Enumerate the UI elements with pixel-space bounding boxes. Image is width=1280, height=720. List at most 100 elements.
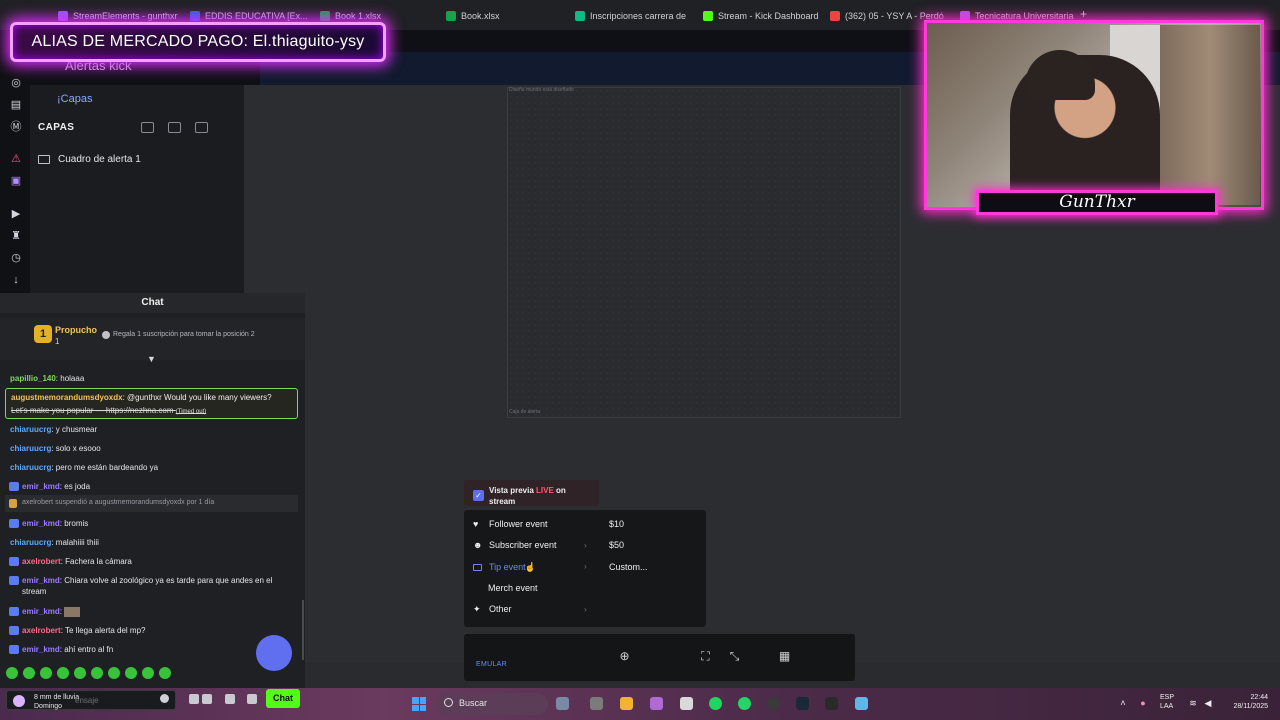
artboard-label: Caja de alerta [509,409,541,415]
emote-bar [6,667,181,681]
alert-artboard[interactable] [507,87,901,418]
menu-item-subscriber[interactable]: ☻ Subscriber event [473,537,557,553]
microphone-icon[interactable]: ● [1138,698,1148,708]
chat-input[interactable]: 8 mm de lluvia Domingo ensaje [6,690,176,710]
emote-icon[interactable] [125,667,137,679]
steam-icon[interactable] [796,697,809,710]
clock-icon[interactable]: ◷ [10,252,22,264]
play-icon[interactable]: ▶ [10,208,22,220]
spotify-icon[interactable] [709,697,722,710]
tab-favicon-icon [703,11,713,21]
emoji-picker-icon[interactable] [160,694,169,703]
chat-message: emir_kmd: ahí entro al fn [0,644,298,655]
folder-icon[interactable] [168,122,181,133]
alerts-icon[interactable]: ⚠ [10,153,22,165]
chat-message: emir_kmd: bromis [0,518,298,529]
submenu-item-amount[interactable]: $10 [609,519,624,529]
tab-favicon-icon [58,11,68,21]
new-layer-icon[interactable] [141,122,154,133]
volume-icon[interactable]: ◀ [1203,698,1213,708]
emote-icon[interactable] [57,667,69,679]
tab-favicon-icon [575,11,585,21]
twitch-icon[interactable]: ▣ [10,175,22,187]
whatsapp-icon[interactable] [738,697,751,710]
palette-icon[interactable]: ▤ [10,99,22,111]
chat-username[interactable]: augustmemorandumsdyoxdx [11,393,123,402]
chat-placeholder: ensaje [75,696,99,705]
layers-heading: CAPAS [38,122,75,133]
emulate-button[interactable]: EMULAR [476,661,507,668]
stream-icon[interactable]: ◎ [10,77,22,89]
taskbar-app-icon[interactable] [650,697,663,710]
file-explorer-icon[interactable] [620,697,633,710]
layer-item[interactable]: Cuadro de alerta 1 [38,152,238,166]
moderator-badge-icon [9,519,19,528]
grid-icon[interactable]: ▦ [778,650,791,663]
collapse-icon[interactable]: ▼ [147,354,156,364]
sparkle-icon: ✦ [473,603,481,614]
emote-icon[interactable] [23,667,35,679]
supporter-note: Regala 1 suscripción para tomar la posic… [113,331,255,338]
browser-tab[interactable]: Inscripciones carrera de [575,8,686,24]
menu-item-tip[interactable]: Tip event ☝ [473,559,536,575]
notepad-icon[interactable] [855,697,868,710]
emote-icon[interactable] [142,667,154,679]
chat-message: papillio_140: holaaa [10,374,85,383]
new-tab-button[interactable]: + [1080,7,1087,21]
fit-screen-icon[interactable]: ⛶ [699,650,712,663]
emote-icon[interactable] [40,667,52,679]
preview-checkbox[interactable]: ✓ [473,490,484,501]
browser-tab[interactable]: Stream - Kick Dashboard [703,8,819,24]
chat-text: Let's make you popular — https://nezhna.… [11,406,174,415]
emote-icon[interactable] [91,667,103,679]
taskbar-app-icon[interactable] [680,697,693,710]
submenu-item-amount[interactable]: $50 [609,540,624,550]
wifi-icon[interactable]: ≋ [1188,698,1198,708]
taskbar-app-icon[interactable] [590,697,603,710]
infinity-icon[interactable] [202,694,212,704]
download-icon[interactable]: ↓ [10,274,22,286]
chat-message: chiaruucrg: y chusmear [10,425,98,434]
quick-action-icon[interactable] [189,694,199,704]
emote-icon[interactable] [108,667,120,679]
menu-item-merch[interactable]: Merch event [488,580,538,596]
menu-item-other[interactable]: ✦ Other [473,601,512,617]
breadcrumb[interactable]: ¡Capas [57,93,92,105]
windows-start-icon[interactable] [412,697,426,711]
canvas-toolbar [464,634,855,681]
layers-panel [30,85,244,295]
trophy-icon[interactable]: ♜ [10,230,22,242]
duplicate-icon[interactable] [195,122,208,133]
rank-badge: 1 [34,325,52,343]
moderator-badge-icon [9,557,19,566]
submenu-item-custom[interactable]: Custom... [609,562,648,572]
menu-item-follower[interactable]: ♥ Follower event [473,516,548,532]
chrome-icon[interactable] [767,697,780,710]
shrink-icon[interactable]: ⤡ [728,650,741,663]
preview-label: Vista previa LIVE on stream [489,486,566,506]
chat-scrollbar[interactable] [302,600,304,660]
browser-tab[interactable]: Book.xlsx [446,8,500,24]
zoom-icon[interactable]: ⊕ [618,650,631,663]
taskbar-app-icon[interactable] [556,697,569,710]
store-icon[interactable] [225,694,235,704]
card-icon [473,563,482,571]
emote-icon[interactable] [6,667,18,679]
moderator-badge-icon [9,482,19,491]
gift-icon [102,331,110,339]
emote-icon[interactable] [159,667,171,679]
weather-icon [13,695,25,707]
taskbar-search[interactable]: Buscar [436,693,548,715]
taskbar-clock[interactable]: 22:44 28/11/2025 [1222,693,1268,711]
merch-icon[interactable]: Ⓜ [10,121,22,133]
supporter-name[interactable]: Propucho [55,325,97,335]
weather-widget: 8 mm de lluvia Domingo [34,694,80,710]
chevron-up-icon[interactable]: ˄ [1118,698,1128,708]
floating-action-button[interactable] [256,635,292,671]
emote-icon[interactable] [74,667,86,679]
epic-games-icon[interactable] [825,697,838,710]
chat-send-button[interactable]: Chat [266,689,300,708]
language-indicator[interactable]: ESP LAA [1160,693,1174,711]
chat-message: chiaruucrg: malahiiii thiii [10,538,99,547]
gear-icon[interactable] [247,694,257,704]
